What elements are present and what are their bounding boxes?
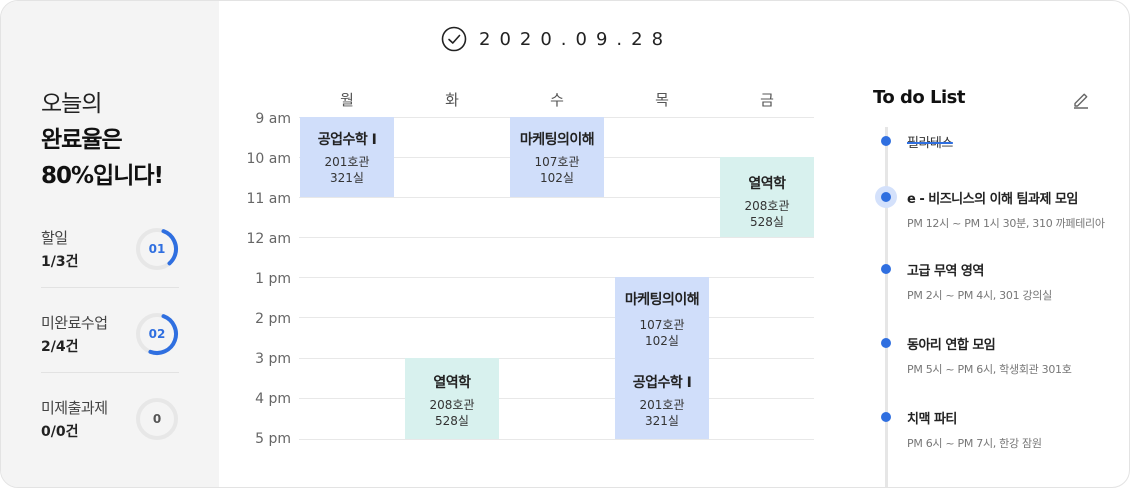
stat-count: 2/4건 xyxy=(41,339,79,355)
day-header: 월 xyxy=(340,91,354,109)
headline-line-2: 완료율은 xyxy=(41,127,123,153)
hour-label: 11 am xyxy=(246,191,291,207)
stat-label: 할일 xyxy=(41,229,68,247)
day-header: 수 xyxy=(550,91,564,109)
class-name: 마케팅의이해 xyxy=(519,132,595,148)
class-block[interactable]: 열역학 208호관 528실 xyxy=(405,358,499,439)
divider xyxy=(41,372,179,373)
todo-time: PM 12시 ~ PM 1시 30분, 310 까페테리아 xyxy=(907,217,1105,230)
progress-ring: 0 xyxy=(135,397,179,441)
class-block[interactable]: 열역학 208호관 528실 xyxy=(720,157,814,237)
todo-time: PM 2시 ~ PM 4시, 301 강의실 xyxy=(907,289,1052,302)
class-room: 321실 xyxy=(330,171,364,185)
pencil-icon[interactable] xyxy=(1071,89,1091,109)
class-room: 528실 xyxy=(750,215,784,229)
todo-item[interactable]: 동아리 연합 모임 PM 5시 ~ PM 6시, 학생회관 301호 xyxy=(881,334,1117,377)
todo-item[interactable]: e - 비즈니스의 이해 팀과제 모임 PM 12시 ~ PM 1시 30분, … xyxy=(875,186,1117,231)
class-name: 마케팅의이해 xyxy=(624,292,700,308)
class-block[interactable]: 마케팅의이해 107호관 102실 xyxy=(615,277,709,358)
class-building: 201호관 xyxy=(639,398,685,412)
class-block[interactable]: 공업수학 I 201호관 321실 xyxy=(300,117,394,197)
hour-label: 9 am xyxy=(255,111,291,127)
class-room: 528실 xyxy=(435,414,469,428)
todo-item[interactable]: 필라테스 xyxy=(881,132,1117,151)
todo-item[interactable]: 치맥 파티 PM 6시 ~ PM 7시, 한강 잠원 xyxy=(881,408,1117,451)
sidebar: 오늘의 완료율은 80%입니다! 할일 1/3건 01 미완료수업 2/4건 0… xyxy=(1,1,219,487)
stat-count: 1/3건 xyxy=(41,254,79,270)
class-name: 열역학 xyxy=(433,375,471,391)
progress-ring-badge: 0 xyxy=(152,412,162,426)
hour-label: 4 pm xyxy=(255,391,291,407)
class-room: 321실 xyxy=(645,414,679,428)
timeline-dot xyxy=(881,412,891,422)
hour-label: 1 pm xyxy=(255,271,291,287)
todo-time: PM 5시 ~ PM 6시, 학생회관 301호 xyxy=(907,363,1072,376)
class-room: 102실 xyxy=(645,334,679,348)
todo-time: PM 6시 ~ PM 7시, 한강 잠원 xyxy=(907,437,1042,450)
stat-label: 미완료수업 xyxy=(41,314,108,332)
hour-label: 5 pm xyxy=(255,431,291,447)
todo-name: 치맥 파티 xyxy=(907,412,957,427)
timeline-dot xyxy=(881,338,891,348)
class-building: 107호관 xyxy=(534,155,580,169)
class-name: 열역학 xyxy=(748,176,786,192)
todo-name: 필라테스 xyxy=(907,136,953,151)
stat-incomplete-classes[interactable]: 미완료수업 2/4건 02 xyxy=(41,312,179,382)
grid-line xyxy=(299,439,814,440)
grid-line xyxy=(299,358,814,359)
class-building: 208호관 xyxy=(744,199,790,213)
divider xyxy=(41,287,179,288)
timeline-dot xyxy=(881,136,891,146)
stat-unsubmitted-assignments[interactable]: 미제출과제 0/0건 0 xyxy=(41,397,179,467)
stat-todo[interactable]: 할일 1/3건 01 xyxy=(41,227,179,297)
day-header: 금 xyxy=(760,91,774,109)
stat-count: 0/0건 xyxy=(41,424,79,440)
class-block[interactable]: 공업수학 I 201호관 321실 xyxy=(615,358,709,439)
todo-title: To do List xyxy=(873,87,966,108)
class-room: 102실 xyxy=(540,171,574,185)
class-block[interactable]: 마케팅의이해 107호관 102실 xyxy=(510,117,604,197)
app-window: 오늘의 완료율은 80%입니다! 할일 1/3건 01 미완료수업 2/4건 0… xyxy=(0,0,1130,488)
progress-ring-badge: 02 xyxy=(148,327,166,341)
todo-timeline xyxy=(885,127,888,487)
completion-headline: 오늘의 완료율은 80%입니다! xyxy=(41,86,164,194)
timeline-dot xyxy=(881,264,891,274)
class-building: 201호관 xyxy=(324,155,370,169)
grid-line xyxy=(299,317,814,318)
headline-line-1: 오늘의 xyxy=(41,91,102,117)
class-name: 공업수학 I xyxy=(632,375,692,391)
hour-label: 12 am xyxy=(246,231,291,247)
todo-name: 동아리 연합 모임 xyxy=(907,338,996,353)
day-header: 화 xyxy=(445,91,459,109)
stat-label: 미제출과제 xyxy=(41,399,108,417)
grid-line xyxy=(299,277,814,278)
headline-line-3: 80%입니다! xyxy=(41,163,164,189)
class-building: 107호관 xyxy=(639,318,685,332)
todo-item[interactable]: 고급 무역 영역 PM 2시 ~ PM 4시, 301 강의실 xyxy=(881,260,1117,303)
class-name: 공업수학 I xyxy=(317,132,377,148)
grid-line xyxy=(299,398,814,399)
progress-ring: 01 xyxy=(135,227,179,271)
todo-name: e - 비즈니스의 이해 팀과제 모임 xyxy=(907,192,1078,207)
timeline-dot-active xyxy=(875,186,897,208)
day-header: 목 xyxy=(655,91,669,109)
hour-label: 2 pm xyxy=(255,311,291,327)
progress-ring: 02 xyxy=(135,312,179,356)
todo-name: 고급 무역 영역 xyxy=(907,264,984,279)
class-building: 208호관 xyxy=(429,398,475,412)
hour-label: 10 am xyxy=(246,151,291,167)
hour-label: 3 pm xyxy=(255,351,291,367)
grid-line xyxy=(299,237,814,238)
current-date: 2020.09.28 xyxy=(479,28,673,50)
check-circle-icon[interactable] xyxy=(441,26,467,52)
date-header: 2020.09.28 xyxy=(441,25,672,53)
progress-ring-badge: 01 xyxy=(148,242,166,256)
